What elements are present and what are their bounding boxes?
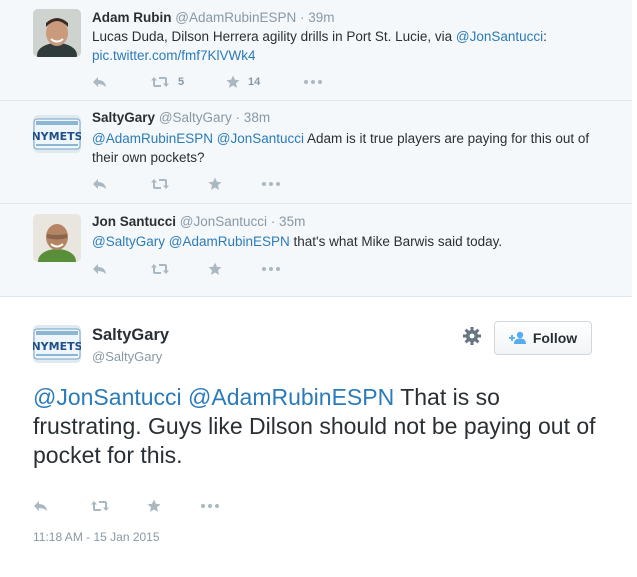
reply-tweet-2: NYMETS SaltyGary @SaltyGary · 38m @AdamR… [0, 101, 632, 204]
tweet-time[interactable]: · 39m [300, 10, 335, 25]
author-handle[interactable]: @JonSantucci [180, 214, 267, 229]
mention-link[interactable]: @AdamRubinESPN [92, 131, 213, 146]
tweet-actions: 5 14 [92, 72, 322, 92]
avatar[interactable]: NYMETS [33, 325, 81, 363]
author-name[interactable]: Jon Santucci [92, 214, 176, 229]
tweet-text: @AdamRubinESPN @JonSantucci Adam is it t… [92, 129, 592, 167]
tweet-timestamp[interactable]: 11:18 AM - 15 Jan 2015 [33, 530, 160, 544]
reply-icon[interactable] [33, 500, 90, 512]
tweet-header: Jon Santucci @JonSantucci · 35m [92, 214, 305, 229]
retweet-icon[interactable] [150, 178, 208, 190]
tweet-text-plain: Lucas Duda, Dilson Herrera agility drill… [92, 29, 456, 44]
more-icon[interactable] [262, 182, 280, 186]
favorite-button[interactable]: 14 [226, 75, 304, 89]
avatar[interactable]: NYMETS [33, 115, 81, 153]
reply-tweet-1: Adam Rubin @AdamRubinESPN · 39m Lucas Du… [0, 0, 632, 101]
retweet-count: 5 [178, 76, 185, 88]
license-plate-text: NYMETS [33, 130, 81, 143]
favorite-count: 14 [248, 76, 261, 88]
follow-user-icon [508, 331, 526, 344]
retweet-button[interactable]: 5 [150, 76, 226, 88]
favorite-icon[interactable] [208, 262, 262, 276]
reply-tweet-3: Jon Santucci @JonSantucci · 35m @SaltyGa… [0, 204, 632, 296]
tweet-actions [92, 259, 280, 279]
tweet-actions [92, 174, 280, 194]
author-handle[interactable]: @SaltyGary [92, 349, 162, 364]
reply-icon[interactable] [92, 178, 150, 190]
tweet-header: SaltyGary @SaltyGary · 38m [92, 110, 270, 125]
gear-icon[interactable] [462, 326, 482, 351]
more-icon[interactable] [304, 80, 322, 84]
follow-label: Follow [532, 330, 578, 346]
mention-link[interactable]: @AdamRubinESPN [169, 234, 290, 249]
tweet-text: Lucas Duda, Dilson Herrera agility drill… [92, 27, 592, 65]
mention-link[interactable]: @JonSantucci [217, 131, 304, 146]
retweet-icon[interactable] [150, 263, 208, 275]
main-tweet: NYMETS SaltyGary @SaltyGary Follow @JonS… [0, 296, 632, 577]
more-icon[interactable] [262, 267, 280, 271]
author-name[interactable]: SaltyGary [92, 110, 155, 125]
mention-link[interactable]: @AdamRubinESPN [188, 384, 394, 410]
author-handle[interactable]: @AdamRubinESPN [175, 10, 296, 25]
retweet-icon[interactable] [90, 500, 147, 512]
mention-link[interactable]: @JonSantucci [456, 29, 543, 44]
more-icon[interactable] [201, 504, 219, 508]
main-tweet-text: @JonSantucci @AdamRubinESPN That is so f… [33, 383, 603, 470]
avatar[interactable] [33, 214, 81, 262]
author-name[interactable]: Adam Rubin [92, 10, 172, 25]
author-name[interactable]: SaltyGary [92, 326, 169, 345]
reply-icon[interactable] [92, 263, 150, 275]
tweet-time[interactable]: · 35m [271, 214, 306, 229]
tweet-text: @SaltyGary @AdamRubinESPN that's what Mi… [92, 232, 592, 251]
tweet-text-plain: that's what Mike Barwis said today. [289, 234, 503, 249]
pic-link[interactable]: pic.twitter.com/fmf7KlVWk4 [92, 48, 256, 63]
favorite-icon [226, 75, 240, 88]
tweet-header: Adam Rubin @AdamRubinESPN · 39m [92, 10, 335, 25]
retweet-icon [151, 77, 169, 87]
avatar[interactable] [33, 9, 81, 57]
license-plate-text: NYMETS [33, 340, 81, 353]
page-edge [632, 0, 637, 577]
tweet-actions [33, 496, 219, 516]
reply-icon[interactable] [92, 76, 150, 88]
author-handle[interactable]: @SaltyGary [159, 110, 232, 125]
mention-link[interactable]: @SaltyGary [92, 234, 165, 249]
mention-link[interactable]: @JonSantucci [33, 384, 182, 410]
favorite-icon[interactable] [147, 499, 201, 513]
favorite-icon[interactable] [208, 177, 262, 191]
tweet-time[interactable]: · 38m [236, 110, 271, 125]
follow-button[interactable]: Follow [494, 321, 592, 355]
tweet-text-tail: : [543, 29, 547, 44]
